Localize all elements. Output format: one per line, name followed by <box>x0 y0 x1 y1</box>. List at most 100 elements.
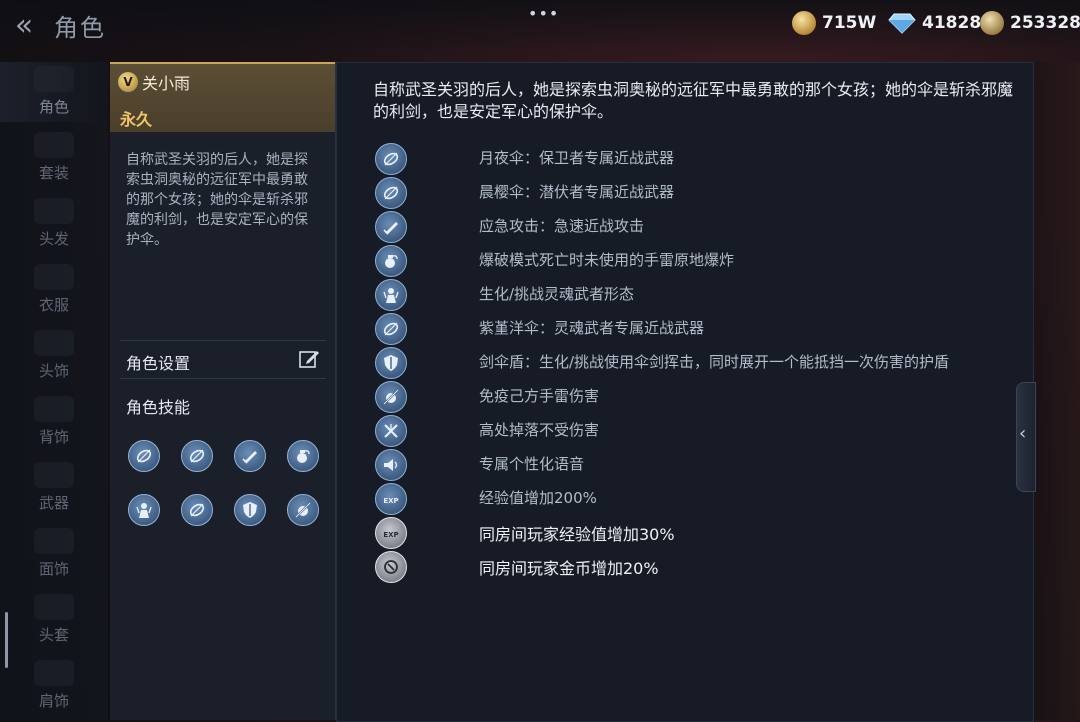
more-menu-button[interactable]: ••• <box>528 4 559 23</box>
double-chevron-left-icon: « <box>14 8 34 43</box>
character-duration: 永久 <box>120 110 153 129</box>
character-header: V 关小雨 永久 <box>110 62 335 132</box>
nav-item-weapon[interactable]: 武器 <box>0 458 108 518</box>
headwear-nav-icon <box>34 330 74 356</box>
collapse-panel-button[interactable]: ‹ <box>1016 382 1036 492</box>
vip-badge-icon: V <box>118 72 138 92</box>
detail-description: 自称武圣关羽的后人，她是探索虫洞奥秘的远征军中最勇敢的那个女孩；她的伞是斩杀邪魔… <box>373 80 1014 121</box>
face-accessory-nav-icon <box>34 528 74 554</box>
nav-item-label: 头发 <box>38 230 69 248</box>
perk-text: 专属个性化语音 <box>479 455 585 473</box>
gold-currency[interactable]: 715W <box>792 10 876 36</box>
nav-item-label: 头套 <box>38 626 69 644</box>
diamond-currency[interactable]: 41828 <box>888 10 981 36</box>
gold-coin-icon <box>792 11 816 35</box>
perk-text: 经验值增加200% <box>479 489 597 507</box>
character-settings-label: 角色设置 <box>126 354 191 373</box>
chevron-left-icon: ‹ <box>1019 423 1027 444</box>
coin-value: 253328 <box>1010 13 1080 33</box>
exp-room-icon-label: EXP <box>383 531 398 539</box>
perk-row: EXP 同房间玩家经验值增加30% <box>373 517 1013 549</box>
skill-grenade-icon[interactable] <box>287 440 319 472</box>
headgear-nav-icon <box>34 594 74 620</box>
hair-nav-icon <box>34 198 74 224</box>
perk-text: 同房间玩家金币增加20% <box>479 559 659 578</box>
perk-row: 晨樱伞：潜伏者专属近战武器 <box>373 177 1013 209</box>
perk-row: 高处掉落不受伤害 <box>373 415 1013 447</box>
perk-row: EXP 经验值增加200% <box>373 483 1013 515</box>
coin-currency[interactable]: 253328 <box>980 10 1080 36</box>
divider <box>120 340 326 341</box>
nav-item-face-accessory[interactable]: 面饰 <box>0 524 108 584</box>
perk-text: 紫堇洋伞：灵魂武者专属近战武器 <box>479 319 705 337</box>
background-scene <box>1034 62 1080 720</box>
back-button[interactable]: « <box>4 8 44 44</box>
exp-room-icon: EXP <box>375 517 407 549</box>
diamond-value: 41828 <box>922 13 982 33</box>
nav-item-label: 衣服 <box>38 296 69 314</box>
suit-nav-icon <box>34 132 74 158</box>
nav-item-headgear[interactable]: 头套 <box>0 590 108 650</box>
back-accessory-nav-icon <box>34 396 74 422</box>
perk-text: 高处掉落不受伤害 <box>479 421 600 439</box>
shield-icon <box>375 347 407 379</box>
skill-umbrella-icon[interactable] <box>128 440 160 472</box>
perk-text: 同房间玩家经验值增加30% <box>479 525 675 544</box>
gold-value: 715W <box>822 13 877 33</box>
left-nav: 角色 套装 头发 衣服 头饰 背饰 武器 面饰 头套 肩饰 <box>0 62 108 720</box>
skill-knife-icon[interactable] <box>234 440 266 472</box>
nav-item-label: 头饰 <box>38 362 69 380</box>
character-card: V 关小雨 永久 自称武圣关羽的后人，她是探索虫洞奥秘的远征军中最勇敢的那个女孩… <box>110 62 336 720</box>
nav-item-headwear[interactable]: 头饰 <box>0 326 108 386</box>
no-grenade-icon <box>375 381 407 413</box>
character-name: 关小雨 <box>142 74 191 93</box>
perk-text: 免疫己方手雷伤害 <box>479 387 600 405</box>
umbrella-icon <box>375 177 407 209</box>
diamond-icon <box>888 13 916 34</box>
nav-item-clothes[interactable]: 衣服 <box>0 260 108 320</box>
perk-text: 生化/挑战灵魂武者形态 <box>479 285 635 303</box>
skills-title: 角色技能 <box>126 398 191 417</box>
nav-item-back-accessory[interactable]: 背饰 <box>0 392 108 452</box>
no-fall-icon <box>375 415 407 447</box>
perk-row: 剑伞盾：生化/挑战使用伞剑挥击，同时展开一个能抵挡一次伤害的护盾 <box>373 347 1013 379</box>
warrior-icon <box>375 279 407 311</box>
edit-icon[interactable] <box>298 348 320 370</box>
perk-text: 晨樱伞：潜伏者专属近战武器 <box>479 183 675 201</box>
skill-umbrella-icon[interactable] <box>181 440 213 472</box>
skill-no-grenade-icon[interactable] <box>287 494 319 526</box>
perk-row: 免疫己方手雷伤害 <box>373 381 1013 413</box>
nav-item-character[interactable]: 角色 <box>0 62 108 122</box>
nav-item-label: 肩饰 <box>38 692 69 710</box>
nav-item-label: 面饰 <box>38 560 69 578</box>
perk-row: 生化/挑战灵魂武者形态 <box>373 279 1013 311</box>
perk-row: 应急攻击：急速近战攻击 <box>373 211 1013 243</box>
top-bar: « 角色 ••• 715W 41828 253328 <box>0 0 1080 52</box>
perk-text: 应急攻击：急速近战攻击 <box>479 217 645 235</box>
knife-icon <box>375 211 407 243</box>
nav-item-shoulder[interactable]: 肩饰 <box>0 656 108 716</box>
nav-item-suit[interactable]: 套装 <box>0 128 108 188</box>
perk-text: 剑伞盾：生化/挑战使用伞剑挥击，同时展开一个能抵挡一次伤害的护盾 <box>479 353 950 371</box>
character-settings-button[interactable]: 角色设置 <box>110 342 335 378</box>
umbrella-icon <box>375 313 407 345</box>
perk-row: 紫堇洋伞：灵魂武者专属近战武器 <box>373 313 1013 345</box>
voice-icon <box>375 449 407 481</box>
skill-umbrella-icon[interactable] <box>181 494 213 526</box>
divider <box>120 378 326 379</box>
shoulder-nav-icon <box>34 660 74 686</box>
perk-row: 同房间玩家金币增加20% <box>373 551 1013 583</box>
scroll-indicator[interactable] <box>5 612 8 668</box>
perk-text: 爆破模式死亡时未使用的手雷原地爆炸 <box>479 251 735 269</box>
clothes-nav-icon <box>34 264 74 290</box>
weapon-nav-icon <box>34 462 74 488</box>
coin-icon <box>980 11 1004 35</box>
detail-panel: 自称武圣关羽的后人，她是探索虫洞奥秘的远征军中最勇敢的那个女孩；她的伞是斩杀邪魔… <box>336 62 1034 722</box>
skill-shield-icon[interactable] <box>234 494 266 526</box>
grenade-icon <box>375 245 407 277</box>
nav-item-hair[interactable]: 头发 <box>0 194 108 254</box>
skill-warrior-icon[interactable] <box>128 494 160 526</box>
perk-row: 爆破模式死亡时未使用的手雷原地爆炸 <box>373 245 1013 277</box>
coin-room-icon <box>375 551 407 583</box>
umbrella-icon <box>375 143 407 175</box>
